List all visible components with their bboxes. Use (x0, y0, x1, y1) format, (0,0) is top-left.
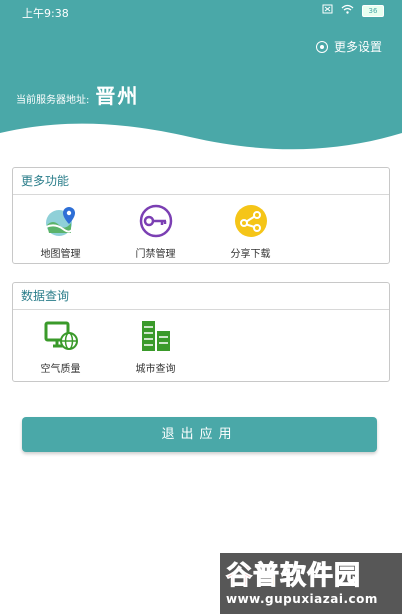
city-query-item[interactable]: 城市查询 (108, 318, 203, 375)
data-query-panel: 数据查询 空气质量 城市查询 (12, 282, 390, 382)
more-functions-panel: 更多功能 地图管理 门禁管理 分享下载 (12, 167, 390, 264)
share-icon (233, 203, 269, 239)
status-icons: 36 (322, 4, 384, 17)
watermark-brand: 谷普软件园 (225, 561, 362, 592)
air-quality-label: 空气质量 (40, 364, 81, 375)
status-time: 上午9:38 (22, 7, 69, 20)
server-address: 当前服务器地址: 晋州 (16, 80, 139, 109)
wifi-icon (341, 4, 354, 17)
data-query-title: 数据查询 (13, 283, 389, 310)
share-download-item[interactable]: 分享下载 (203, 203, 298, 260)
map-management-item[interactable]: 地图管理 (13, 203, 108, 260)
header-wave (0, 123, 402, 165)
server-address-label: 当前服务器地址: (16, 95, 90, 106)
share-download-label: 分享下载 (230, 249, 271, 260)
key-icon (138, 203, 174, 239)
access-control-label: 门禁管理 (135, 249, 176, 260)
more-settings-button[interactable]: 更多设置 (315, 38, 382, 55)
map-icon (43, 203, 79, 239)
sim-icon (322, 4, 333, 17)
more-functions-title: 更多功能 (13, 168, 389, 195)
monitor-globe-icon (43, 318, 79, 354)
air-quality-item[interactable]: 空气质量 (13, 318, 108, 375)
map-management-label: 地图管理 (40, 249, 81, 260)
access-control-item[interactable]: 门禁管理 (108, 203, 203, 260)
more-settings-label: 更多设置 (333, 40, 382, 54)
watermark-logo: 谷普软件园 www.gupuxiazai.com (220, 553, 402, 614)
watermark-url: www.gupuxiazai.com (226, 592, 378, 606)
city-query-label: 城市查询 (135, 364, 176, 375)
gear-icon (315, 40, 328, 53)
status-bar: 上午9:38 36 (0, 0, 402, 24)
buildings-icon (138, 318, 174, 354)
battery-icon: 36 (362, 4, 384, 17)
exit-app-button[interactable]: 退出应用 (22, 417, 377, 452)
header-banner: 上午9:38 36 更多设置 当前服务器地址: 晋州 (0, 0, 402, 165)
server-address-value: 晋州 (95, 84, 140, 108)
